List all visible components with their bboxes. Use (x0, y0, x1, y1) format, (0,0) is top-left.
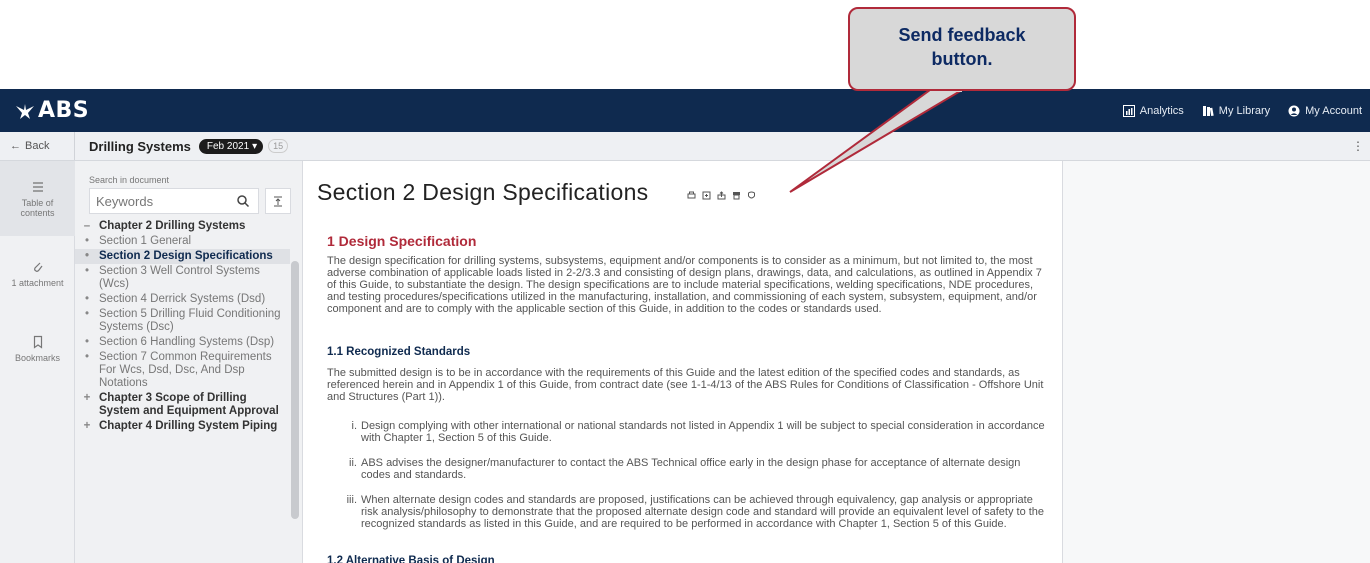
back-label: Back (25, 140, 50, 152)
print-icon[interactable] (687, 191, 696, 200)
list-icon (32, 181, 43, 192)
toc-item[interactable]: • Section 1 General (75, 234, 290, 249)
my-library-label: My Library (1218, 104, 1271, 117)
toc-item-active[interactable]: • Section 2 Design Specifications (75, 249, 290, 264)
paragraph: The design specification for drilling sy… (327, 255, 1042, 315)
document-toolbar: ← Back Drilling Systems Feb 2021 ▾ 15 ⋮ (0, 132, 1370, 161)
toc-scrollbar[interactable] (291, 261, 299, 519)
toc-item[interactable]: • Section 7 Common Requirements For Wcs, … (75, 350, 290, 391)
callout-line-2: button. (931, 49, 993, 69)
callout-line-1: Send feedback (898, 25, 1026, 45)
top-nav-links: Analytics My Library My Account (1122, 89, 1362, 132)
search-input[interactable]: Keywords (89, 188, 259, 214)
search-label: Search in document (89, 175, 170, 185)
feedback-callout: Send feedback button. (848, 7, 1076, 91)
my-account-label: My Account (1305, 104, 1362, 117)
library-icon (1202, 105, 1214, 116)
document-title: Drilling Systems (89, 138, 191, 154)
version-label: Feb 2021 (206, 140, 250, 152)
rail-bookmarks[interactable]: Bookmarks (0, 311, 75, 386)
abs-logo[interactable]: ABS (14, 98, 89, 123)
document-content: Section 2 Design Specifications 1 Design… (303, 161, 1063, 563)
download-icon[interactable] (732, 191, 741, 200)
top-nav-bar: ABS Analytics My Library My Account (0, 89, 1370, 132)
logo-text: ABS (38, 98, 90, 123)
toc-item[interactable]: • Section 6 Handling Systems (Dsp) (75, 335, 290, 350)
list-item: iii. When alternate design codes and sta… (346, 494, 1045, 530)
analytics-icon (1122, 104, 1135, 117)
search-placeholder: Keywords (96, 194, 154, 209)
version-count-badge: 15 (268, 139, 289, 153)
right-side-pane (1063, 161, 1370, 563)
collapse-all-button[interactable] (265, 188, 291, 214)
section-heading: 1 Design Specification (327, 233, 477, 249)
toc-panel: Search in document Keywords – Chapter 2 D… (75, 161, 303, 563)
my-account-link[interactable]: My Account (1288, 105, 1362, 117)
rail-toc-label: Table of contents (20, 197, 55, 218)
title-actions (687, 191, 756, 200)
paragraph: The submitted design is to be in accorda… (327, 367, 1044, 403)
analytics-link[interactable]: Analytics (1122, 104, 1184, 117)
left-rail: Table of contents 1 attachment Bookmarks (0, 161, 75, 563)
back-button[interactable]: ← Back (0, 132, 75, 160)
caret-down-icon: ▾ (252, 140, 258, 152)
page-title: Section 2 Design Specifications (317, 179, 649, 205)
more-options-icon[interactable]: ⋮ (1352, 139, 1364, 153)
toc-item[interactable]: + Chapter 4 Drilling System Piping (75, 419, 290, 434)
search-icon[interactable] (236, 194, 250, 208)
subsection-heading-partial: 1.2 Alternative Basis of Design (327, 555, 495, 563)
analytics-label: Analytics (1139, 104, 1184, 117)
toc-item[interactable]: • Section 4 Derrick Systems (Dsd) (75, 292, 290, 307)
rail-attachment-label: 1 attachment (11, 277, 64, 288)
subsection-heading: 1.1 Recognized Standards (327, 346, 471, 358)
bookmark-icon (33, 335, 42, 349)
rail-table-of-contents[interactable]: Table of contents (0, 161, 75, 236)
bookmark-add-icon[interactable] (702, 191, 711, 200)
arrow-left-icon: ← (10, 140, 21, 152)
rail-attachments[interactable]: 1 attachment (0, 236, 75, 311)
toc-item[interactable]: • Section 3 Well Control Systems (Wcs) (75, 264, 290, 292)
toc-list: – Chapter 2 Drilling Systems • Section 1 G… (75, 219, 290, 434)
paperclip-icon (33, 262, 42, 272)
collapse-icon (274, 196, 282, 207)
my-library-link[interactable]: My Library (1202, 105, 1270, 117)
eagle-icon (16, 103, 34, 119)
share-icon[interactable] (717, 191, 726, 200)
toc-item[interactable]: – Chapter 2 Drilling Systems (75, 219, 290, 234)
version-select[interactable]: Feb 2021 ▾ (198, 138, 264, 154)
toc-item[interactable]: • Section 5 Drilling Fluid Conditioning S… (75, 307, 290, 335)
toc-item[interactable]: + Chapter 3 Scope of Drilling System and … (75, 391, 290, 419)
account-icon (1288, 105, 1300, 116)
list-item: i. Design complying with other internati… (351, 420, 1045, 444)
send-feedback-icon[interactable] (747, 191, 756, 200)
rail-bookmarks-label: Bookmarks (14, 352, 60, 363)
list-item: ii. ABS advises the designer/manufacture… (349, 457, 1021, 481)
